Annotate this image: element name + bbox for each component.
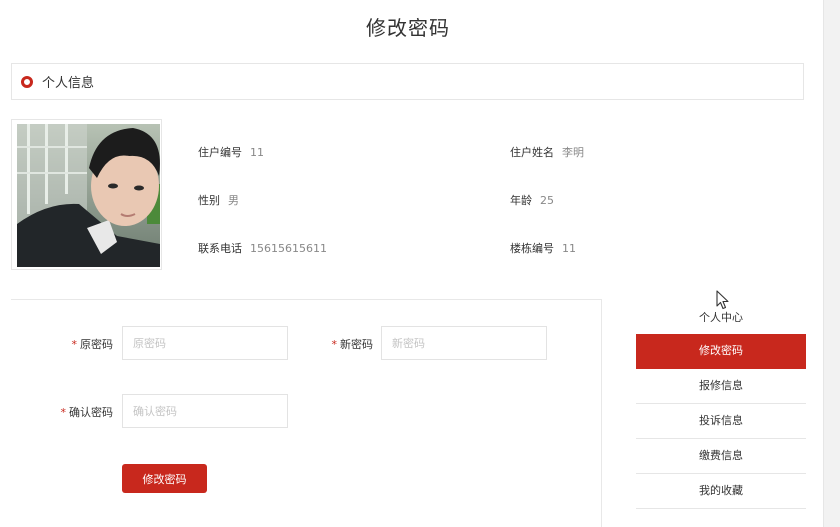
page-title: 修改密码	[366, 16, 450, 40]
confirm-password-input[interactable]	[122, 394, 288, 428]
sidebar-menu: 修改密码 报修信息 投诉信息 缴费信息 我的收藏	[636, 334, 806, 509]
field-value: 男	[228, 194, 239, 207]
field-value: 11	[562, 242, 576, 255]
sidebar-item-my-favorites[interactable]: 我的收藏	[636, 474, 806, 509]
avatar-frame	[11, 119, 162, 270]
new-password-label-text: 新密码	[340, 338, 373, 351]
confirm-password-label: * 确认密码	[44, 404, 114, 420]
field-age: 年龄 25	[510, 192, 554, 208]
field-resident-name: 住户姓名 李明	[510, 144, 584, 160]
field-label: 住户编号	[198, 146, 242, 159]
section-title: 个人信息	[42, 76, 95, 91]
field-label: 性别	[198, 194, 220, 207]
field-value: 25	[540, 194, 554, 207]
field-label: 联系电话	[198, 242, 242, 255]
sidebar-item-payment-info[interactable]: 缴费信息	[636, 439, 806, 474]
required-mark: *	[71, 338, 78, 351]
field-building-id: 楼栋编号 11	[510, 240, 576, 256]
section-header: 个人信息	[11, 63, 804, 100]
page: 修改密码 个人信息 住户编号 11 住户姓名 李明 性别 男 年龄 25 联系电…	[0, 0, 840, 527]
confirm-password-label-text: 确认密码	[69, 406, 113, 419]
sidebar-title: 个人中心	[699, 311, 743, 324]
scrollbar[interactable]	[823, 0, 840, 527]
new-password-input[interactable]	[381, 326, 547, 360]
field-gender: 性别男	[198, 192, 239, 208]
field-label: 年龄	[510, 194, 532, 207]
field-value: 15615615611	[250, 242, 327, 255]
mouse-pointer-icon	[716, 290, 729, 310]
avatar	[17, 124, 160, 267]
ring-icon	[21, 75, 33, 88]
field-label: 住户姓名	[510, 146, 554, 159]
field-label: 楼栋编号	[510, 242, 554, 255]
field-phone: 联系电话 15615615611	[198, 240, 327, 256]
old-password-label-text: 原密码	[80, 338, 113, 351]
old-password-input[interactable]	[122, 326, 288, 360]
change-password-button[interactable]: 修改密码	[122, 464, 207, 493]
new-password-label: * 新密码	[318, 336, 374, 352]
sidebar-item-change-password[interactable]: 修改密码	[636, 334, 806, 369]
sidebar-item-repair-info[interactable]: 报修信息	[636, 369, 806, 404]
old-password-label: * 原密码	[58, 336, 114, 352]
required-mark: *	[331, 338, 338, 351]
required-mark: *	[60, 406, 67, 419]
field-resident-id: 住户编号 11	[198, 144, 264, 160]
sidebar-item-complaint-info[interactable]: 投诉信息	[636, 404, 806, 439]
field-value: 李明	[562, 146, 584, 159]
field-value: 11	[250, 146, 264, 159]
